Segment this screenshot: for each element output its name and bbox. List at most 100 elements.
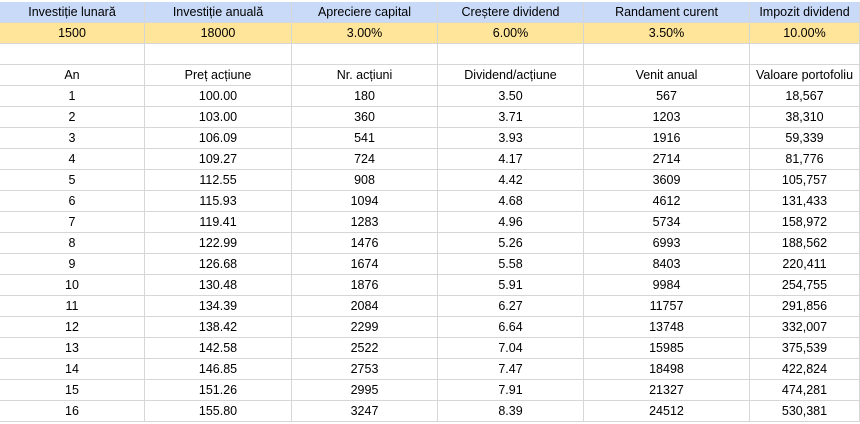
cell[interactable] xyxy=(584,44,750,65)
cell[interactable]: 109.27 xyxy=(145,149,292,170)
cell[interactable]: 3247 xyxy=(292,401,438,422)
cell[interactable]: 2522 xyxy=(292,338,438,359)
cell[interactable]: Randament curent xyxy=(584,2,750,23)
cell[interactable]: 474,281 xyxy=(750,380,860,401)
cell[interactable]: 2084 xyxy=(292,296,438,317)
cell[interactable]: 6 xyxy=(0,191,145,212)
cell[interactable]: 567 xyxy=(584,86,750,107)
cell[interactable]: 158,972 xyxy=(750,212,860,233)
cell[interactable]: 7.91 xyxy=(438,380,584,401)
cell[interactable]: Preț acțiune xyxy=(145,65,292,86)
cell[interactable]: 422,824 xyxy=(750,359,860,380)
cell[interactable]: 4.68 xyxy=(438,191,584,212)
cell[interactable]: 134.39 xyxy=(145,296,292,317)
cell[interactable]: Venit anual xyxy=(584,65,750,86)
cell[interactable]: 3.93 xyxy=(438,128,584,149)
cell[interactable]: 6.00% xyxy=(438,23,584,44)
cell[interactable]: 360 xyxy=(292,107,438,128)
cell[interactable]: Apreciere capital xyxy=(292,2,438,23)
cell[interactable]: Dividend/acțiune xyxy=(438,65,584,86)
cell[interactable]: 375,539 xyxy=(750,338,860,359)
cell[interactable]: 332,007 xyxy=(750,317,860,338)
cell[interactable]: 2995 xyxy=(292,380,438,401)
cell[interactable]: 3 xyxy=(0,128,145,149)
cell[interactable]: 130.48 xyxy=(145,275,292,296)
cell[interactable]: 4.42 xyxy=(438,170,584,191)
cell[interactable]: 254,755 xyxy=(750,275,860,296)
cell[interactable]: 59,339 xyxy=(750,128,860,149)
cell[interactable]: 5.91 xyxy=(438,275,584,296)
cell[interactable]: 220,411 xyxy=(750,254,860,275)
cell[interactable]: 103.00 xyxy=(145,107,292,128)
cell[interactable]: 1283 xyxy=(292,212,438,233)
cell[interactable] xyxy=(438,44,584,65)
cell[interactable]: 146.85 xyxy=(145,359,292,380)
cell[interactable]: 38,310 xyxy=(750,107,860,128)
cell[interactable]: 4 xyxy=(0,149,145,170)
cell[interactable]: 13 xyxy=(0,338,145,359)
cell[interactable]: 9 xyxy=(0,254,145,275)
cell[interactable] xyxy=(145,44,292,65)
cell[interactable]: 18498 xyxy=(584,359,750,380)
cell[interactable]: 3.50% xyxy=(584,23,750,44)
cell[interactable]: 7.47 xyxy=(438,359,584,380)
cell[interactable]: Investiție anuală xyxy=(145,2,292,23)
cell[interactable]: 100.00 xyxy=(145,86,292,107)
cell[interactable]: 4.96 xyxy=(438,212,584,233)
cell[interactable]: 126.68 xyxy=(145,254,292,275)
cell[interactable]: 7.04 xyxy=(438,338,584,359)
cell[interactable]: 1876 xyxy=(292,275,438,296)
cell[interactable]: 6993 xyxy=(584,233,750,254)
cell[interactable]: 8.39 xyxy=(438,401,584,422)
cell[interactable]: 21327 xyxy=(584,380,750,401)
cell[interactable]: 5.58 xyxy=(438,254,584,275)
cell[interactable]: 2714 xyxy=(584,149,750,170)
cell[interactable]: 530,381 xyxy=(750,401,860,422)
cell[interactable]: 1500 xyxy=(0,23,145,44)
cell[interactable]: 2299 xyxy=(292,317,438,338)
cell[interactable]: 18,567 xyxy=(750,86,860,107)
cell[interactable]: Investiție lunară xyxy=(0,2,145,23)
cell[interactable]: 131,433 xyxy=(750,191,860,212)
cell[interactable]: 3.00% xyxy=(292,23,438,44)
cell[interactable]: 11 xyxy=(0,296,145,317)
cell[interactable]: Valoare portofoliu xyxy=(750,65,860,86)
cell[interactable]: 10.00% xyxy=(750,23,860,44)
cell[interactable]: An xyxy=(0,65,145,86)
cell[interactable]: 2753 xyxy=(292,359,438,380)
cell[interactable]: 188,562 xyxy=(750,233,860,254)
cell[interactable]: 908 xyxy=(292,170,438,191)
cell[interactable]: 155.80 xyxy=(145,401,292,422)
cell[interactable]: 3.50 xyxy=(438,86,584,107)
cell[interactable]: 180 xyxy=(292,86,438,107)
cell[interactable] xyxy=(0,44,145,65)
cell[interactable]: 5.26 xyxy=(438,233,584,254)
cell[interactable]: 81,776 xyxy=(750,149,860,170)
cell[interactable]: 12 xyxy=(0,317,145,338)
cell[interactable]: 8 xyxy=(0,233,145,254)
cell[interactable]: 5734 xyxy=(584,212,750,233)
cell[interactable]: 2 xyxy=(0,107,145,128)
cell[interactable]: 5 xyxy=(0,170,145,191)
cell[interactable]: 105,757 xyxy=(750,170,860,191)
cell[interactable]: 3609 xyxy=(584,170,750,191)
cell[interactable]: 1203 xyxy=(584,107,750,128)
cell[interactable]: 6.64 xyxy=(438,317,584,338)
cell[interactable]: 15 xyxy=(0,380,145,401)
cell[interactable]: 6.27 xyxy=(438,296,584,317)
cell[interactable]: 13748 xyxy=(584,317,750,338)
cell[interactable]: 1674 xyxy=(292,254,438,275)
cell[interactable]: 151.26 xyxy=(145,380,292,401)
cell[interactable]: Impozit dividend xyxy=(750,2,860,23)
cell[interactable]: 24512 xyxy=(584,401,750,422)
cell[interactable]: 9984 xyxy=(584,275,750,296)
cell[interactable]: 16 xyxy=(0,401,145,422)
cell[interactable]: 1 xyxy=(0,86,145,107)
cell[interactable]: 11757 xyxy=(584,296,750,317)
cell[interactable]: Creștere dividend xyxy=(438,2,584,23)
cell[interactable]: Nr. acțiuni xyxy=(292,65,438,86)
cell[interactable] xyxy=(292,44,438,65)
cell[interactable]: 142.58 xyxy=(145,338,292,359)
cell[interactable]: 4.17 xyxy=(438,149,584,170)
cell[interactable]: 138.42 xyxy=(145,317,292,338)
